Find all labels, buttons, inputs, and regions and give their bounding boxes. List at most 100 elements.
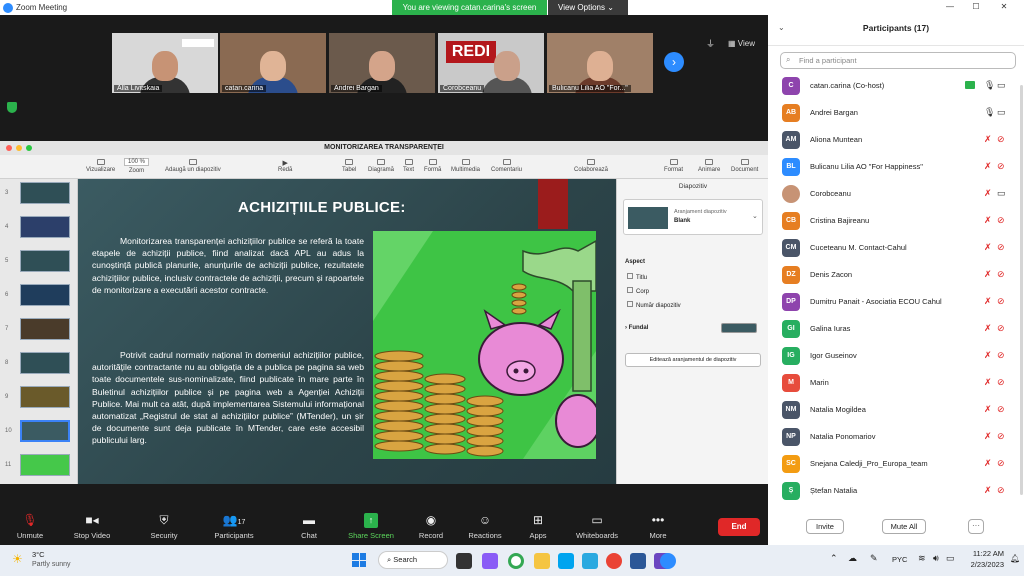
video-tile[interactable]: REDI Corobceanu (438, 33, 544, 93)
network-icon[interactable]: ☁ (848, 553, 857, 564)
camera-off-icon[interactable]: ⊘ (997, 269, 1005, 280)
camera-off-icon[interactable]: ⊘ (997, 404, 1005, 415)
invite-button[interactable]: Invite (806, 519, 844, 534)
chart-tool[interactable]: Diagramă (368, 159, 394, 173)
notification-bell-icon[interactable]: 🔔︎ (1010, 554, 1020, 563)
comment-tool[interactable]: Comentariu (491, 159, 522, 173)
next-page-button[interactable]: › (664, 52, 684, 72)
layout-selector[interactable]: Aranjament diapozitiv Blank ⌄ (623, 199, 763, 235)
camera-off-icon[interactable]: ⊘ (997, 296, 1005, 307)
record-button[interactable]: ◉ Record (401, 513, 461, 540)
mic-muted-icon[interactable]: ✗ (984, 134, 992, 145)
more-button[interactable]: ••• More (628, 513, 688, 540)
participant-row[interactable]: Ccatan.carina (Co-host) 🎙 ▭ (768, 73, 1024, 100)
volume-icon[interactable]: 🔊︎ (933, 553, 939, 564)
camera-off-icon[interactable]: ⊘ (997, 323, 1005, 334)
whiteboards-button[interactable]: ▭ Whiteboards (567, 513, 627, 540)
camera-off-icon[interactable]: ⊘ (997, 458, 1005, 469)
slide-thumbnail-selected[interactable] (20, 420, 70, 442)
mic-muted-icon[interactable]: ✗ (984, 485, 992, 496)
format-tool[interactable]: Format (664, 159, 683, 173)
mic-muted-icon[interactable]: ✗ (984, 377, 992, 388)
video-tile[interactable]: Andrei Bargan (329, 33, 435, 93)
unmute-button[interactable]: 🎙︎ Unmute (0, 513, 60, 540)
mic-muted-icon[interactable]: ✗ (984, 215, 992, 226)
background-color-swatch[interactable] (721, 323, 757, 333)
minimize-button[interactable]: — (940, 2, 960, 13)
view-button[interactable]: ▦ View (728, 39, 755, 48)
clock-time[interactable]: 11:22 AM (962, 549, 1004, 558)
minimize-dot[interactable] (16, 145, 22, 151)
mic-muted-icon[interactable]: ✗ (984, 431, 992, 442)
maximize-button[interactable]: ☐ (966, 2, 986, 13)
weather-icon[interactable]: ☀ (12, 552, 23, 566)
slide-thumbnail[interactable] (20, 454, 70, 476)
slide-thumbnail[interactable] (20, 318, 70, 340)
security-button[interactable]: ⛨ Security (134, 513, 194, 540)
more-options-button[interactable]: ··· (968, 519, 984, 534)
word-icon[interactable] (630, 553, 646, 569)
slide-thumbnail[interactable] (20, 386, 70, 408)
mic-icon[interactable]: 🎙 (984, 107, 995, 118)
file-explorer-icon[interactable] (534, 553, 550, 569)
video-tile[interactable]: Bulicanu Lilia AO "For..." (547, 33, 653, 93)
title-checkbox[interactable]: Titlu (627, 273, 647, 281)
participant-row[interactable]: DP Dumitru Panait - Asociatia ECOU Cahul ✗… (768, 289, 1024, 316)
pen-icon[interactable]: ✎ (870, 553, 878, 564)
language-indicator[interactable]: PYC (892, 555, 907, 564)
view-options-button[interactable]: View Options ⌄ (548, 0, 628, 15)
edit-layout-button[interactable]: Editează aranjamentul de diapozitiv (625, 353, 761, 367)
table-tool[interactable]: Tabel (342, 159, 356, 173)
mic-muted-icon[interactable]: ✗ (984, 350, 992, 361)
store-icon[interactable] (558, 553, 574, 569)
teams-icon[interactable] (482, 553, 498, 569)
camera-off-icon[interactable]: ⊘ (997, 485, 1005, 496)
slide-thumbnail[interactable] (20, 182, 70, 204)
mic-icon[interactable]: 🎙 (984, 80, 995, 91)
wifi-icon[interactable]: ≋ (918, 553, 926, 564)
camera-icon[interactable]: ▭ (997, 188, 1006, 199)
participant-row[interactable]: Corobceanu ✗ ▭ (768, 181, 1024, 208)
mic-muted-icon[interactable]: ✗ (984, 404, 992, 415)
mic-muted-icon[interactable]: ✗ (984, 323, 992, 334)
mic-muted-icon[interactable]: ✗ (984, 161, 992, 172)
mic-muted-icon[interactable]: ✗ (984, 458, 992, 469)
shape-tool[interactable]: Formă (424, 159, 441, 173)
close-dot[interactable] (6, 145, 12, 151)
task-view-icon[interactable] (456, 553, 472, 569)
apps-button[interactable]: ⊞ Apps (508, 513, 568, 540)
mic-muted-icon[interactable]: ✗ (984, 269, 992, 280)
slide-thumbnail[interactable] (20, 352, 70, 374)
zoom-taskbar-icon[interactable] (660, 553, 676, 569)
clock-date[interactable]: 2/23/2023 (952, 560, 1004, 569)
camera-off-icon[interactable]: ⊘ (997, 350, 1005, 361)
camera-icon[interactable]: ▭ (997, 80, 1006, 91)
zoom-dot[interactable] (26, 145, 32, 151)
end-meeting-button[interactable]: End (718, 518, 760, 536)
mic-muted-icon[interactable]: ✗ (984, 242, 992, 253)
participant-row[interactable]: NM Natalia Mogildea ✗ ⊘ (768, 397, 1024, 424)
view-tool[interactable]: Vizualizare (86, 159, 115, 173)
speaker-icon[interactable]: ⏚ (706, 37, 715, 50)
chrome-icon[interactable] (508, 553, 524, 569)
camera-off-icon[interactable]: ⊘ (997, 377, 1005, 388)
media-tool[interactable]: Multimedia (451, 159, 480, 173)
stop-video-button[interactable]: ■◂ Stop Video (62, 513, 122, 540)
collaborate-tool[interactable]: Colaborează (574, 159, 608, 173)
participant-row[interactable]: SC Snejana Caledji_Pro_Europa_team ✗ ⊘ (768, 451, 1024, 478)
mute-all-button[interactable]: Mute All (882, 519, 926, 534)
camera-off-icon[interactable]: ⊘ (997, 134, 1005, 145)
share-screen-button[interactable]: ↑ Share Screen (341, 513, 401, 540)
video-tile[interactable]: Alla Livitskaia (112, 33, 218, 93)
taskbar-search[interactable]: ⌕ Search (378, 551, 448, 569)
chat-button[interactable]: ▬ Chat (279, 513, 339, 540)
participant-row[interactable]: M Marin ✗ ⊘ (768, 370, 1024, 397)
browser-icon[interactable] (606, 553, 622, 569)
camera-off-icon[interactable]: ⊘ (997, 215, 1005, 226)
text-tool[interactable]: Text (403, 159, 414, 173)
animate-tool[interactable]: Animare (698, 159, 720, 173)
current-slide[interactable]: ACHIZIȚIILE PUBLICE: Monitorizarea trans… (78, 179, 616, 484)
camera-off-icon[interactable]: ⊘ (997, 161, 1005, 172)
slide-thumbnail[interactable] (20, 250, 70, 272)
participant-row[interactable]: AM Aliona Muntean ✗ ⊘ (768, 127, 1024, 154)
